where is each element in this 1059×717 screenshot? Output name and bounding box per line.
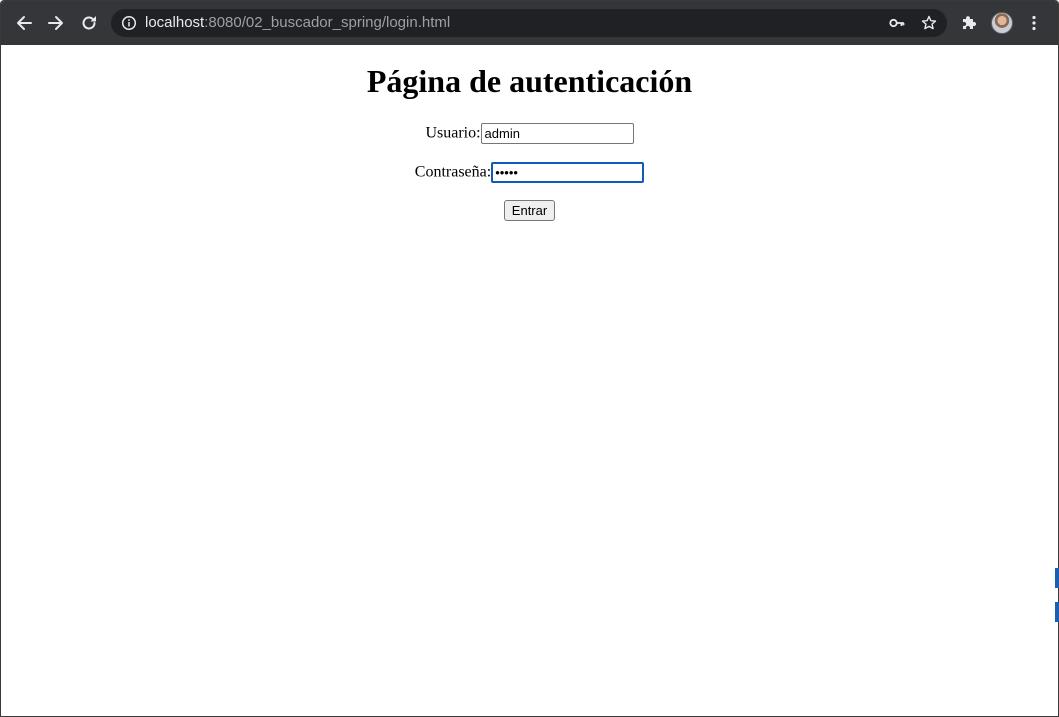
username-label: Usuario: <box>425 124 481 142</box>
password-row: Contraseña: <box>1 161 1058 183</box>
reload-button[interactable] <box>75 9 103 37</box>
star-icon[interactable] <box>921 15 937 31</box>
three-dots-vertical-icon <box>1032 15 1036 31</box>
password-input[interactable] <box>491 161 645 183</box>
extensions-button[interactable] <box>955 9 983 37</box>
arrow-right-icon <box>48 16 63 30</box>
puzzle-piece-icon <box>963 16 977 29</box>
browser-window: localhost:8080/02_buscador_spring/login.… <box>0 0 1059 717</box>
url-text[interactable]: localhost:8080/02_buscador_spring/login.… <box>145 14 450 32</box>
username-input[interactable] <box>480 122 634 144</box>
address-bar[interactable]: localhost:8080/02_buscador_spring/login.… <box>111 9 947 37</box>
arrow-left-icon <box>17 16 32 30</box>
menu-button[interactable] <box>1020 9 1048 37</box>
login-button[interactable]: Entrar <box>503 200 556 221</box>
reload-icon <box>82 16 96 30</box>
info-circle-icon[interactable] <box>121 15 137 31</box>
submit-row: Entrar <box>1 200 1058 222</box>
forward-button[interactable] <box>42 9 70 37</box>
url-host: localhost <box>145 14 205 31</box>
url-path: :8080/02_buscador_spring/login.html <box>204 14 451 31</box>
username-row: Usuario: <box>1 122 1058 144</box>
profile-avatar[interactable] <box>991 12 1013 34</box>
back-button[interactable] <box>10 9 38 37</box>
password-label: Contraseña: <box>414 163 492 181</box>
browser-toolbar: localhost:8080/02_buscador_spring/login.… <box>1 1 1058 45</box>
background-window-edge <box>1055 602 1059 622</box>
key-icon[interactable] <box>889 15 905 31</box>
page-title: Página de autenticación <box>366 63 693 99</box>
background-window-edge <box>1055 568 1059 588</box>
page-content: Página de autenticación Usuario: Contras… <box>1 45 1058 716</box>
